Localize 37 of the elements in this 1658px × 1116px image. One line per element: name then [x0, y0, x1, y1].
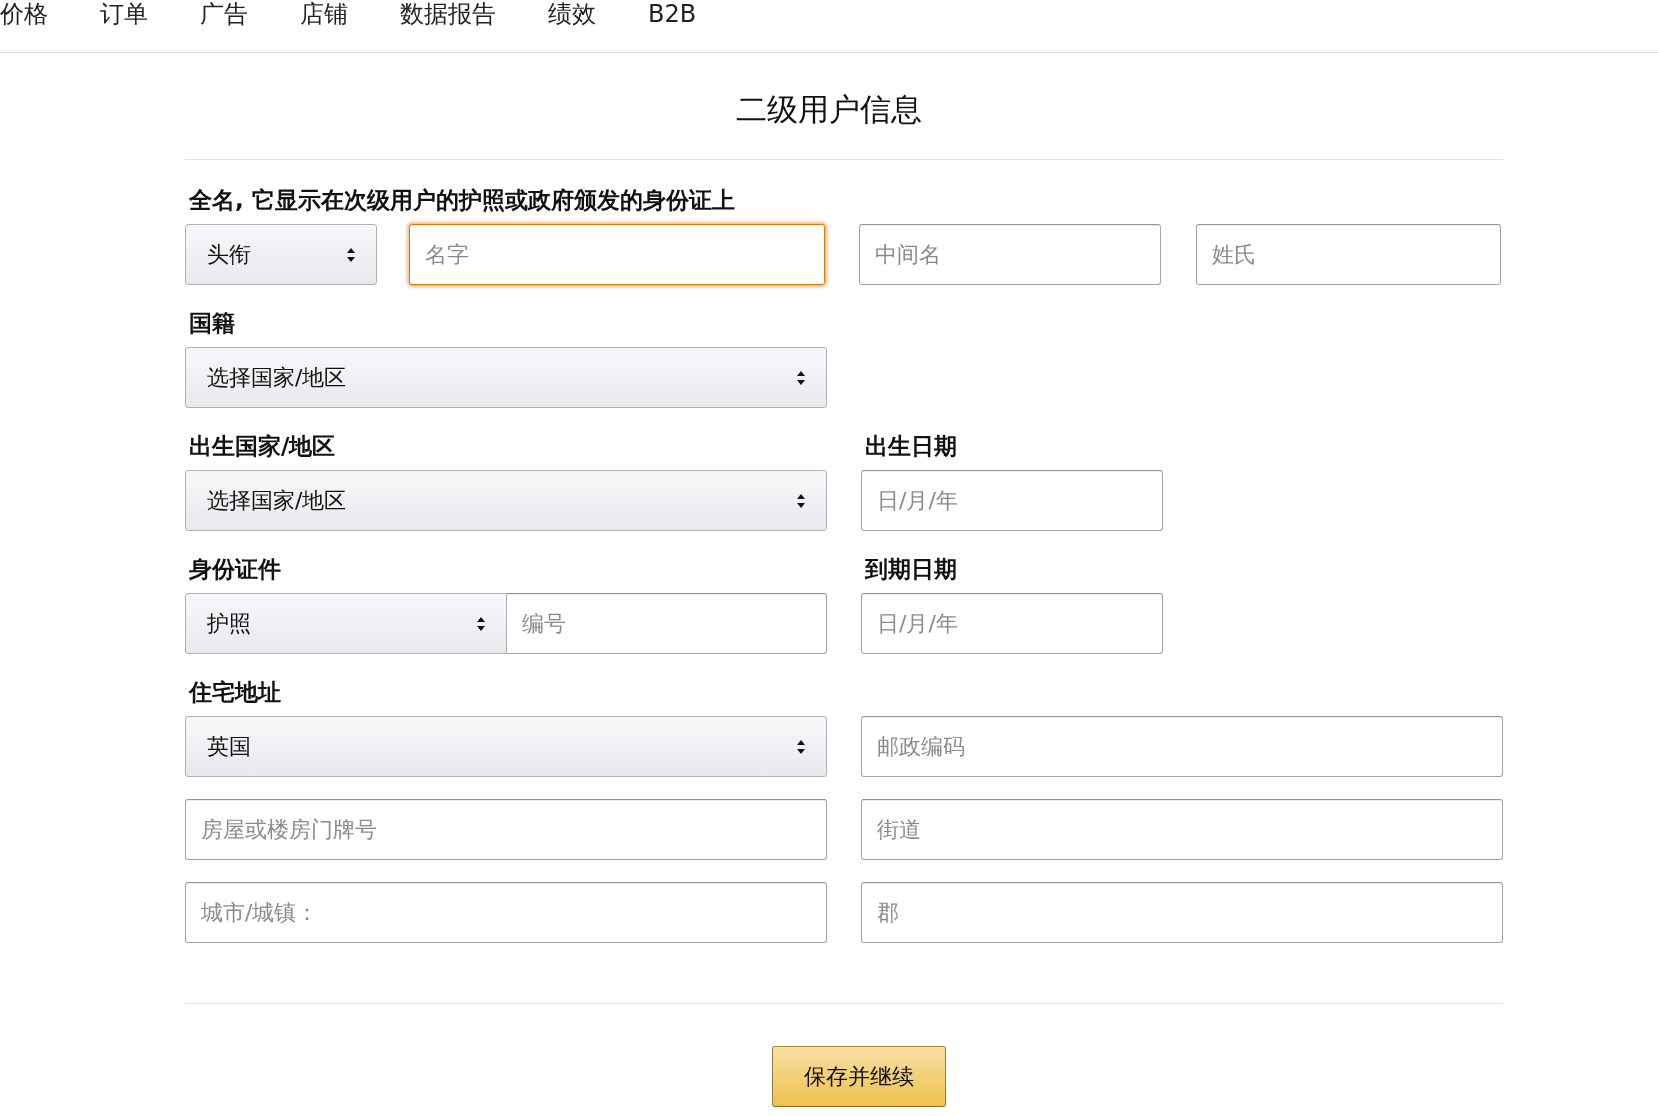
nav-link[interactable]: 广告 — [200, 0, 248, 28]
text-field[interactable]: 郡 — [861, 882, 1503, 943]
sort-arrows-icon — [796, 369, 806, 386]
field-label: 国籍 — [188, 309, 236, 338]
text-field[interactable]: 街道 — [861, 799, 1503, 860]
dropdown-select[interactable]: 选择国家/地区 — [185, 470, 827, 531]
text-field[interactable]: 姓氏 — [1196, 224, 1501, 285]
field-label: 到期日期 — [863, 555, 958, 584]
sort-arrows-icon — [476, 615, 486, 632]
dropdown-select[interactable]: 头衔 — [185, 224, 377, 285]
dropdown-select[interactable]: 英国 — [185, 716, 827, 777]
text-field[interactable]: 中间名 — [859, 224, 1161, 285]
nav-link[interactable]: 价格 — [0, 0, 48, 28]
page-title: 二级用户信息 — [735, 90, 923, 129]
field-label: 出生日期 — [864, 432, 958, 461]
text-field[interactable]: 名字 — [409, 224, 825, 285]
sort-arrows-icon — [346, 246, 356, 263]
dropdown-select[interactable]: 选择国家/地区 — [185, 347, 827, 408]
text-field[interactable]: 日/月/年 — [861, 593, 1163, 654]
nav-link[interactable]: 店铺 — [300, 0, 348, 28]
nav-link[interactable]: B2B — [648, 0, 697, 28]
field-label: 全名, 它显示在次级用户的护照或政府颁发的身份证上 — [188, 186, 736, 215]
text-field[interactable]: 房屋或楼房门牌号 — [185, 799, 827, 860]
text-field[interactable]: 日/月/年 — [861, 470, 1163, 531]
field-label: 身份证件 — [188, 555, 282, 584]
field-label: 住宅地址 — [187, 678, 282, 707]
text-field[interactable]: 邮政编码 — [861, 716, 1503, 777]
nav-link[interactable]: 订单 — [100, 0, 148, 28]
nav-link[interactable]: 数据报告 — [400, 0, 496, 28]
sort-arrows-icon — [796, 738, 806, 755]
nav-link[interactable]: 绩效 — [548, 0, 596, 28]
text-field[interactable]: 编号 — [507, 593, 827, 654]
field-label: 出生国家/地区 — [188, 432, 337, 461]
save-and-continue-button[interactable]: 保存并继续 — [772, 1046, 946, 1107]
text-field[interactable]: 城市/城镇： — [185, 882, 827, 943]
dropdown-select[interactable]: 护照 — [185, 593, 507, 654]
sort-arrows-icon — [796, 492, 806, 509]
